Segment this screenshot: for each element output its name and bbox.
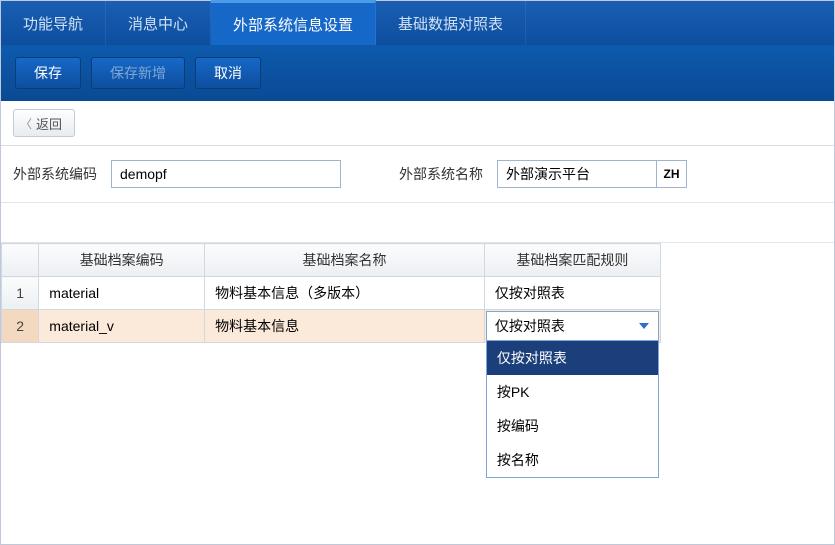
table-row[interactable]: 1 material 物料基本信息（多版本） 仅按对照表	[2, 277, 661, 310]
back-label: 返回	[36, 114, 62, 133]
cell-rule-dropdown: 仅按对照表 仅按对照表 按PK 按编码 按名称	[484, 310, 660, 343]
dropdown-option[interactable]: 按PK	[487, 375, 658, 409]
button-label: 保存新增	[110, 63, 166, 83]
cancel-button[interactable]: 取消	[195, 57, 261, 89]
grid-wrap: 基础档案编码 基础档案名称 基础档案匹配规则 1 material 物料基本信息…	[1, 243, 834, 343]
form-row: 外部系统编码 外部系统名称 ZH	[1, 146, 834, 203]
back-bar: 〈 返回	[1, 101, 834, 146]
header-label: 基础档案匹配规则	[516, 252, 628, 268]
dropdown-option[interactable]: 仅按对照表	[487, 341, 658, 375]
tab-message-center[interactable]: 消息中心	[106, 1, 211, 45]
header-label: 基础档案名称	[302, 252, 386, 268]
chevron-left-icon: 〈	[20, 115, 32, 132]
code-label: 外部系统编码	[13, 164, 97, 184]
tab-label: 消息中心	[128, 13, 188, 34]
button-label: 保存	[34, 63, 62, 83]
tab-label: 功能导航	[23, 13, 83, 34]
col-header-rownum	[2, 244, 39, 277]
button-label: 取消	[214, 63, 242, 83]
tab-label: 外部系统信息设置	[233, 14, 353, 35]
tab-function-nav[interactable]: 功能导航	[1, 1, 106, 45]
tab-label: 基础数据对照表	[398, 13, 503, 34]
tab-external-system-settings[interactable]: 外部系统信息设置	[211, 0, 376, 45]
back-button[interactable]: 〈 返回	[13, 109, 75, 137]
header-label: 基础档案编码	[80, 252, 164, 268]
dropdown-value: 仅按对照表	[495, 316, 565, 336]
external-system-name-input[interactable]	[497, 160, 657, 188]
col-header-name: 基础档案名称	[205, 244, 485, 277]
tab-base-data-mapping[interactable]: 基础数据对照表	[376, 1, 526, 45]
language-button[interactable]: ZH	[657, 160, 687, 188]
cell-code[interactable]: material	[39, 277, 205, 310]
table-row[interactable]: 2 material_v 物料基本信息 仅按对照表 仅按对照表 按PK 按编码 …	[2, 310, 661, 343]
cell-rule[interactable]: 仅按对照表	[484, 277, 660, 310]
col-header-rule: 基础档案匹配规则	[484, 244, 660, 277]
mapping-grid: 基础档案编码 基础档案名称 基础档案匹配规则 1 material 物料基本信息…	[1, 243, 661, 343]
col-header-code: 基础档案编码	[39, 244, 205, 277]
section-spacer	[1, 203, 834, 243]
rule-dropdown-menu: 仅按对照表 按PK 按编码 按名称	[486, 340, 659, 478]
chevron-down-icon	[634, 316, 654, 336]
cell-name[interactable]: 物料基本信息（多版本）	[205, 277, 485, 310]
toolbar: 保存 保存新增 取消	[1, 45, 834, 101]
dropdown-option[interactable]: 按名称	[487, 443, 658, 477]
save-button[interactable]: 保存	[15, 57, 81, 89]
save-new-button[interactable]: 保存新增	[91, 57, 185, 89]
cell-code[interactable]: material_v	[39, 310, 205, 343]
dropdown-option[interactable]: 按编码	[487, 409, 658, 443]
external-system-code-input[interactable]	[111, 160, 341, 188]
row-number: 2	[2, 310, 39, 343]
cell-name[interactable]: 物料基本信息	[205, 310, 485, 343]
row-number: 1	[2, 277, 39, 310]
top-tabs: 功能导航 消息中心 外部系统信息设置 基础数据对照表	[1, 1, 834, 45]
rule-dropdown-trigger[interactable]: 仅按对照表	[486, 311, 659, 341]
name-label: 外部系统名称	[399, 164, 483, 184]
